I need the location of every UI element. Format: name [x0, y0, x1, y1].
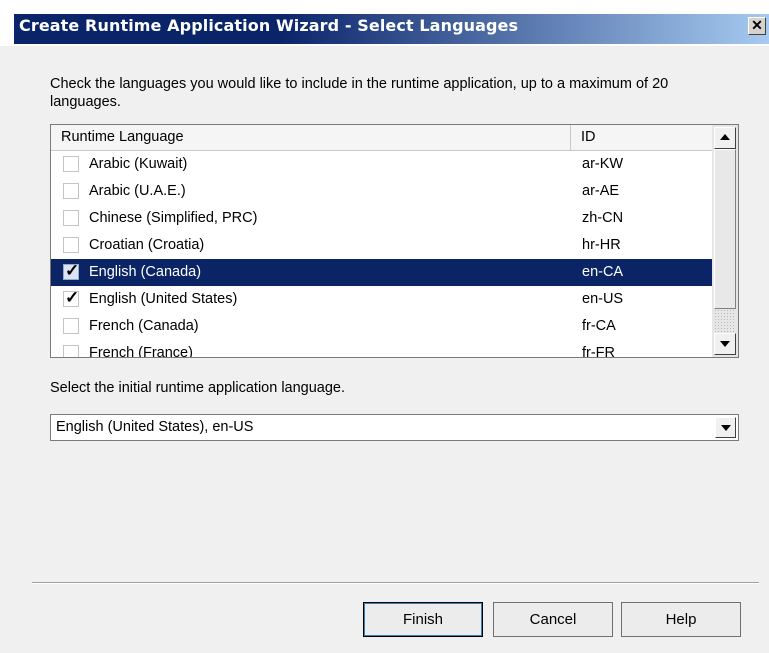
row-checkbox[interactable]: [63, 237, 79, 253]
window-title: Create Runtime Application Wizard - Sele…: [19, 16, 519, 35]
list-row[interactable]: Croatian (Croatia) hr-HR: [51, 232, 712, 259]
title-bar: Create Runtime Application Wizard - Sele…: [0, 0, 769, 46]
row-checkbox[interactable]: [63, 345, 79, 357]
finish-button[interactable]: Finish: [363, 602, 483, 637]
dropdown-selected-value: English (United States), en-US: [56, 419, 254, 435]
triangle-up-icon: [720, 134, 730, 140]
language-id: zh-CN: [582, 210, 624, 226]
chevron-down-icon: [721, 425, 731, 431]
language-name: Arabic (Kuwait): [89, 156, 188, 172]
language-id: fr-FR: [582, 345, 616, 358]
separator: [32, 582, 759, 584]
row-checkbox[interactable]: [63, 156, 79, 172]
list-row[interactable]: French (Canada) fr-CA: [51, 313, 712, 340]
row-checkbox[interactable]: [63, 210, 79, 226]
scroll-down-button[interactable]: [714, 333, 736, 355]
language-name: French (Canada): [89, 318, 199, 334]
column-header-runtime-language[interactable]: Runtime Language: [51, 125, 571, 150]
list-row[interactable]: ✓ English (Canada) en-CA: [51, 259, 712, 286]
initial-language-label: Select the initial runtime application l…: [50, 380, 346, 396]
language-id: en-US: [582, 291, 624, 307]
list-row[interactable]: Chinese (Simplified, PRC) zh-CN: [51, 205, 712, 232]
column-header-id[interactable]: ID: [571, 125, 712, 150]
row-checkbox[interactable]: ✓: [63, 261, 80, 280]
language-name: Croatian (Croatia): [89, 237, 205, 253]
row-checkbox[interactable]: [63, 183, 79, 199]
scroll-track[interactable]: [714, 309, 736, 333]
language-id: hr-HR: [582, 237, 621, 253]
language-name: English (United States): [89, 291, 238, 307]
language-name: French (France): [89, 345, 193, 358]
language-id: ar-KW: [582, 156, 624, 172]
list-row[interactable]: Arabic (Kuwait) ar-KW: [51, 151, 712, 178]
instruction-text: Check the languages you would like to in…: [50, 76, 669, 110]
initial-language-dropdown[interactable]: English (United States), en-US: [50, 414, 739, 441]
triangle-down-icon: [720, 341, 730, 347]
scroll-thumb[interactable]: [714, 149, 736, 309]
checkmark-icon: ✓: [65, 288, 80, 307]
list-row[interactable]: Arabic (U.A.E.) ar-AE: [51, 178, 712, 205]
language-name: Arabic (U.A.E.): [89, 183, 186, 199]
language-name: Chinese (Simplified, PRC): [89, 210, 258, 226]
vertical-scrollbar[interactable]: [712, 125, 738, 357]
row-checkbox[interactable]: [63, 318, 79, 334]
list-row[interactable]: ✓ English (United States) en-US: [51, 286, 712, 313]
close-button[interactable]: ✕: [748, 17, 766, 35]
row-checkbox[interactable]: ✓: [63, 288, 80, 307]
dropdown-arrow-button[interactable]: [715, 417, 736, 438]
language-id: ar-AE: [582, 183, 620, 199]
close-icon: ✕: [751, 17, 763, 33]
list-header: Runtime Language ID: [51, 125, 712, 151]
checkmark-icon: ✓: [65, 261, 80, 280]
language-name: English (Canada): [89, 264, 202, 280]
help-button[interactable]: Help: [621, 602, 741, 637]
language-list[interactable]: Runtime Language ID Arabic (Kuwait) ar-K…: [50, 124, 739, 358]
language-id: fr-CA: [582, 318, 616, 334]
list-row[interactable]: French (France) fr-FR: [51, 340, 712, 358]
language-id: en-CA: [582, 264, 624, 280]
cancel-button[interactable]: Cancel: [493, 602, 613, 637]
scroll-up-button[interactable]: [714, 127, 736, 149]
